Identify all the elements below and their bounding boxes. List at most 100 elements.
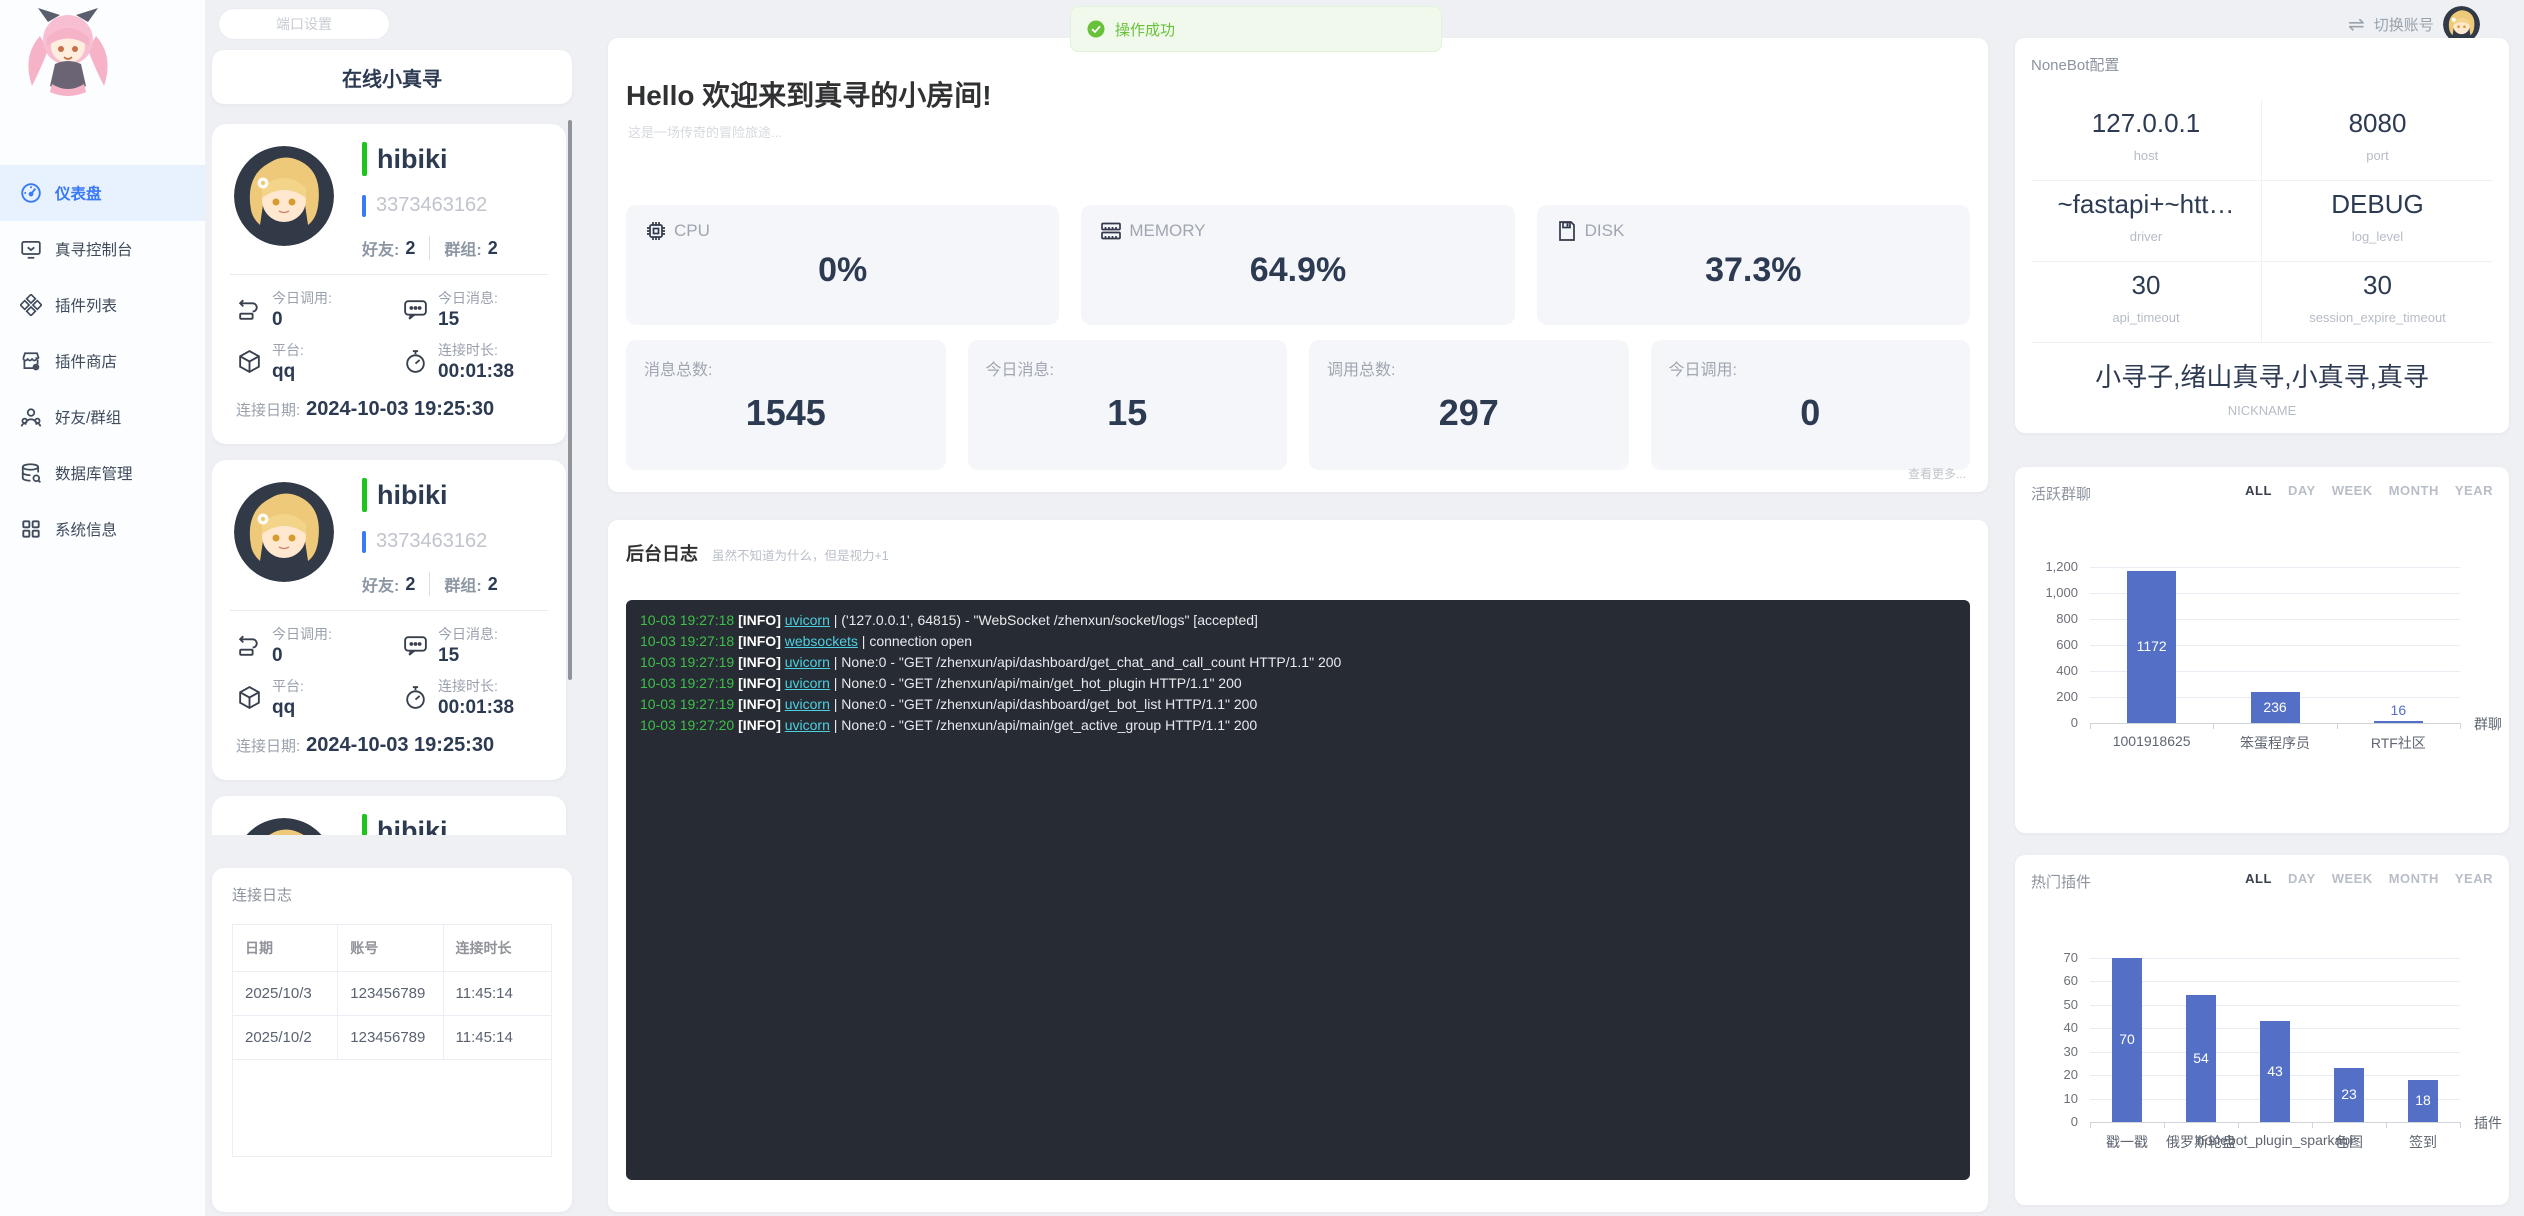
empty-row (233, 1060, 552, 1157)
log-timestamp: 10-03 19:27:19 (640, 696, 734, 712)
log-line: 10-03 19:27:20 [INFO] uvicorn | None:0 -… (640, 715, 1956, 736)
connection-date-value: 2024-10-03 19:25:30 (306, 734, 494, 756)
message-stats-row: 消息总数: 1545 今日消息: 15 调用总数: 297 今日调用: 0 (626, 340, 1970, 470)
platform-cell: 平台:qq (236, 676, 304, 719)
log-logger-link[interactable]: websockets (785, 633, 858, 649)
active-groups-panel: 活跃群聊 ALLDAYWEEKMONTHYEAR 02004006008001,… (2015, 467, 2509, 833)
today-messages-value: 15 (968, 392, 1288, 434)
sidebar-item-plugin-store[interactable]: 插件商店 (0, 333, 205, 389)
total-calls-value: 297 (1309, 392, 1629, 434)
log-level: [INFO] (738, 612, 781, 628)
uid-accent-bar (362, 531, 366, 553)
disk-icon (1555, 219, 1579, 243)
bar-RTF社区 (2374, 721, 2423, 723)
hot-plugins-panel: 热门插件 ALLDAYWEEKMONTHYEAR 010203040506070… (2015, 855, 2509, 1205)
sidebar-item-label: 系统信息 (55, 518, 117, 540)
log-level: [INFO] (738, 696, 781, 712)
sidebar-item-database[interactable]: 数据库管理 (0, 445, 205, 501)
log-logger-link[interactable]: uvicorn (785, 675, 830, 691)
cpu-label: CPU (674, 221, 710, 241)
groups-count: 2 (488, 238, 498, 259)
log-console[interactable]: 10-03 19:27:18 [INFO] uvicorn | ('127.0.… (626, 600, 1970, 1180)
port-settings-button[interactable]: 端口设置 (218, 8, 390, 40)
log-message: | ('127.0.0.1', 64815) - "WebSocket /zhe… (834, 612, 1258, 628)
log-timestamp: 10-03 19:27:20 (640, 717, 734, 733)
today-message-value: 15 (438, 309, 498, 331)
call-return-icon (236, 632, 263, 659)
sidebar-item-dashboard[interactable]: 仪表盘 (0, 165, 205, 221)
log-line: 10-03 19:27:19 [INFO] uvicorn | None:0 -… (640, 694, 1956, 715)
duration-label: 连接时长: (438, 340, 514, 360)
connection-log-panel: 连接日志 日期 账号 连接时长 2025/10/3 123456789 11:4… (212, 868, 572, 1212)
bot-card: hibiki 3373463162 好友: 2 群组: 2 (212, 796, 566, 835)
sidebar-item-label: 插件商店 (55, 350, 117, 372)
duration-cell: 连接时长:00:01:38 (402, 340, 514, 383)
view-more-link[interactable]: 查看更多... (1908, 465, 1966, 482)
online-bots-title: 在线小真寻 (342, 63, 442, 92)
hot-plugins-chart: 01020304050607070戳一戳54俄罗斯轮盘43nonebot_plu… (2015, 855, 2509, 1205)
log-level: [INFO] (738, 675, 781, 691)
friends-label: 好友: (362, 236, 399, 260)
total-calls-card: 调用总数: 297 (1309, 340, 1629, 470)
log-line: 10-03 19:27:18 [INFO] uvicorn | ('127.0.… (640, 610, 1956, 631)
log-line: 10-03 19:27:19 [INFO] uvicorn | None:0 -… (640, 673, 1956, 694)
online-bots-list[interactable]: hibiki 3373463162 好友: 2 群组: 2 (212, 112, 572, 835)
mascot-logo-image (16, 4, 120, 100)
backend-logs-subtitle: 虽然不知道为什么，但是视力+1 (712, 545, 889, 564)
sidebar-item-label: 数据库管理 (55, 462, 133, 484)
divider (230, 274, 548, 275)
friends-label: 好友: (362, 572, 399, 596)
today-calls-label: 今日调用: (1669, 356, 1737, 380)
page-subtitle: 这是一场传奇的冒险旅途... (628, 122, 782, 141)
today-message-label: 今日消息: (438, 624, 498, 644)
log-logger-link[interactable]: uvicorn (785, 612, 830, 628)
today-message-cell: 今日消息:15 (402, 288, 498, 331)
sidebar-item-label: 好友/群组 (55, 406, 121, 428)
sidebar-item-friends-groups[interactable]: 好友/群组 (0, 389, 205, 445)
log-line: 10-03 19:27:19 [INFO] uvicorn | None:0 -… (640, 652, 1956, 673)
sidebar-menu: 仪表盘 真寻控制台 插件列表 插件商店 (0, 165, 205, 557)
today-message-label: 今日消息: (438, 288, 498, 308)
table-header-row: 日期 账号 连接时长 (233, 925, 552, 972)
sidebar-item-console[interactable]: 真寻控制台 (0, 221, 205, 277)
connection-log-title: 连接日志 (232, 884, 292, 905)
sidebar-item-plugin-list[interactable]: 插件列表 (0, 277, 205, 333)
nonebot-config-title: NoneBot配置 (2031, 54, 2119, 75)
column-duration: 连接时长 (443, 925, 551, 972)
config-log-level: DEBUG log_level (2262, 181, 2493, 262)
groups-label: 群组: (444, 572, 481, 596)
log-logger-link[interactable]: uvicorn (785, 696, 830, 712)
connection-log-table: 日期 账号 连接时长 2025/10/3 123456789 11:45:14 … (232, 924, 552, 1157)
config-port: 8080 port (2262, 100, 2493, 181)
friends-count: 2 (405, 238, 415, 259)
welcome-panel: Hello 欢迎来到真寻的小房间! 这是一场传奇的冒险旅途... CPU 0% … (608, 38, 1988, 492)
name-accent-bar (362, 142, 367, 176)
switch-account-label: 切换账号 (2374, 14, 2434, 35)
name-accent-bar (362, 814, 367, 835)
config-nickname: 小寻子,绪山真寻,小真寻,真寻 NICKNAME (2031, 343, 2493, 437)
message-bubble-icon (402, 632, 429, 659)
disk-card: DISK 37.3% (1537, 205, 1970, 325)
config-host: 127.0.0.1 host (2031, 100, 2262, 181)
backend-logs-title: 后台日志 (626, 540, 698, 566)
nonebot-config-panel: NoneBot配置 127.0.0.1 host 8080 port ~fast… (2015, 38, 2509, 433)
groups-count: 2 (488, 574, 498, 595)
bot-uid: 3373463162 (376, 530, 487, 553)
name-accent-bar (362, 478, 367, 512)
swap-icon: ⇌ (2348, 12, 2365, 37)
platform-value: qq (272, 361, 304, 383)
config-driver: ~fastapi+~htt… driver (2031, 181, 2262, 262)
port-settings-label: 端口设置 (276, 14, 332, 34)
plugins-icon (20, 294, 42, 316)
bots-list-scrollbar[interactable] (568, 120, 572, 680)
memory-card: MEMORY 64.9% (1081, 205, 1514, 325)
platform-label: 平台: (272, 676, 304, 696)
log-level: [INFO] (738, 654, 781, 670)
sidebar-item-system-info[interactable]: 系统信息 (0, 501, 205, 557)
log-logger-link[interactable]: uvicorn (785, 654, 830, 670)
database-icon (20, 462, 42, 484)
log-logger-link[interactable]: uvicorn (785, 717, 830, 733)
memory-icon (1099, 219, 1123, 243)
duration-cell: 11:45:14 (443, 972, 551, 1016)
toast-message: 操作成功 (1115, 19, 1175, 40)
